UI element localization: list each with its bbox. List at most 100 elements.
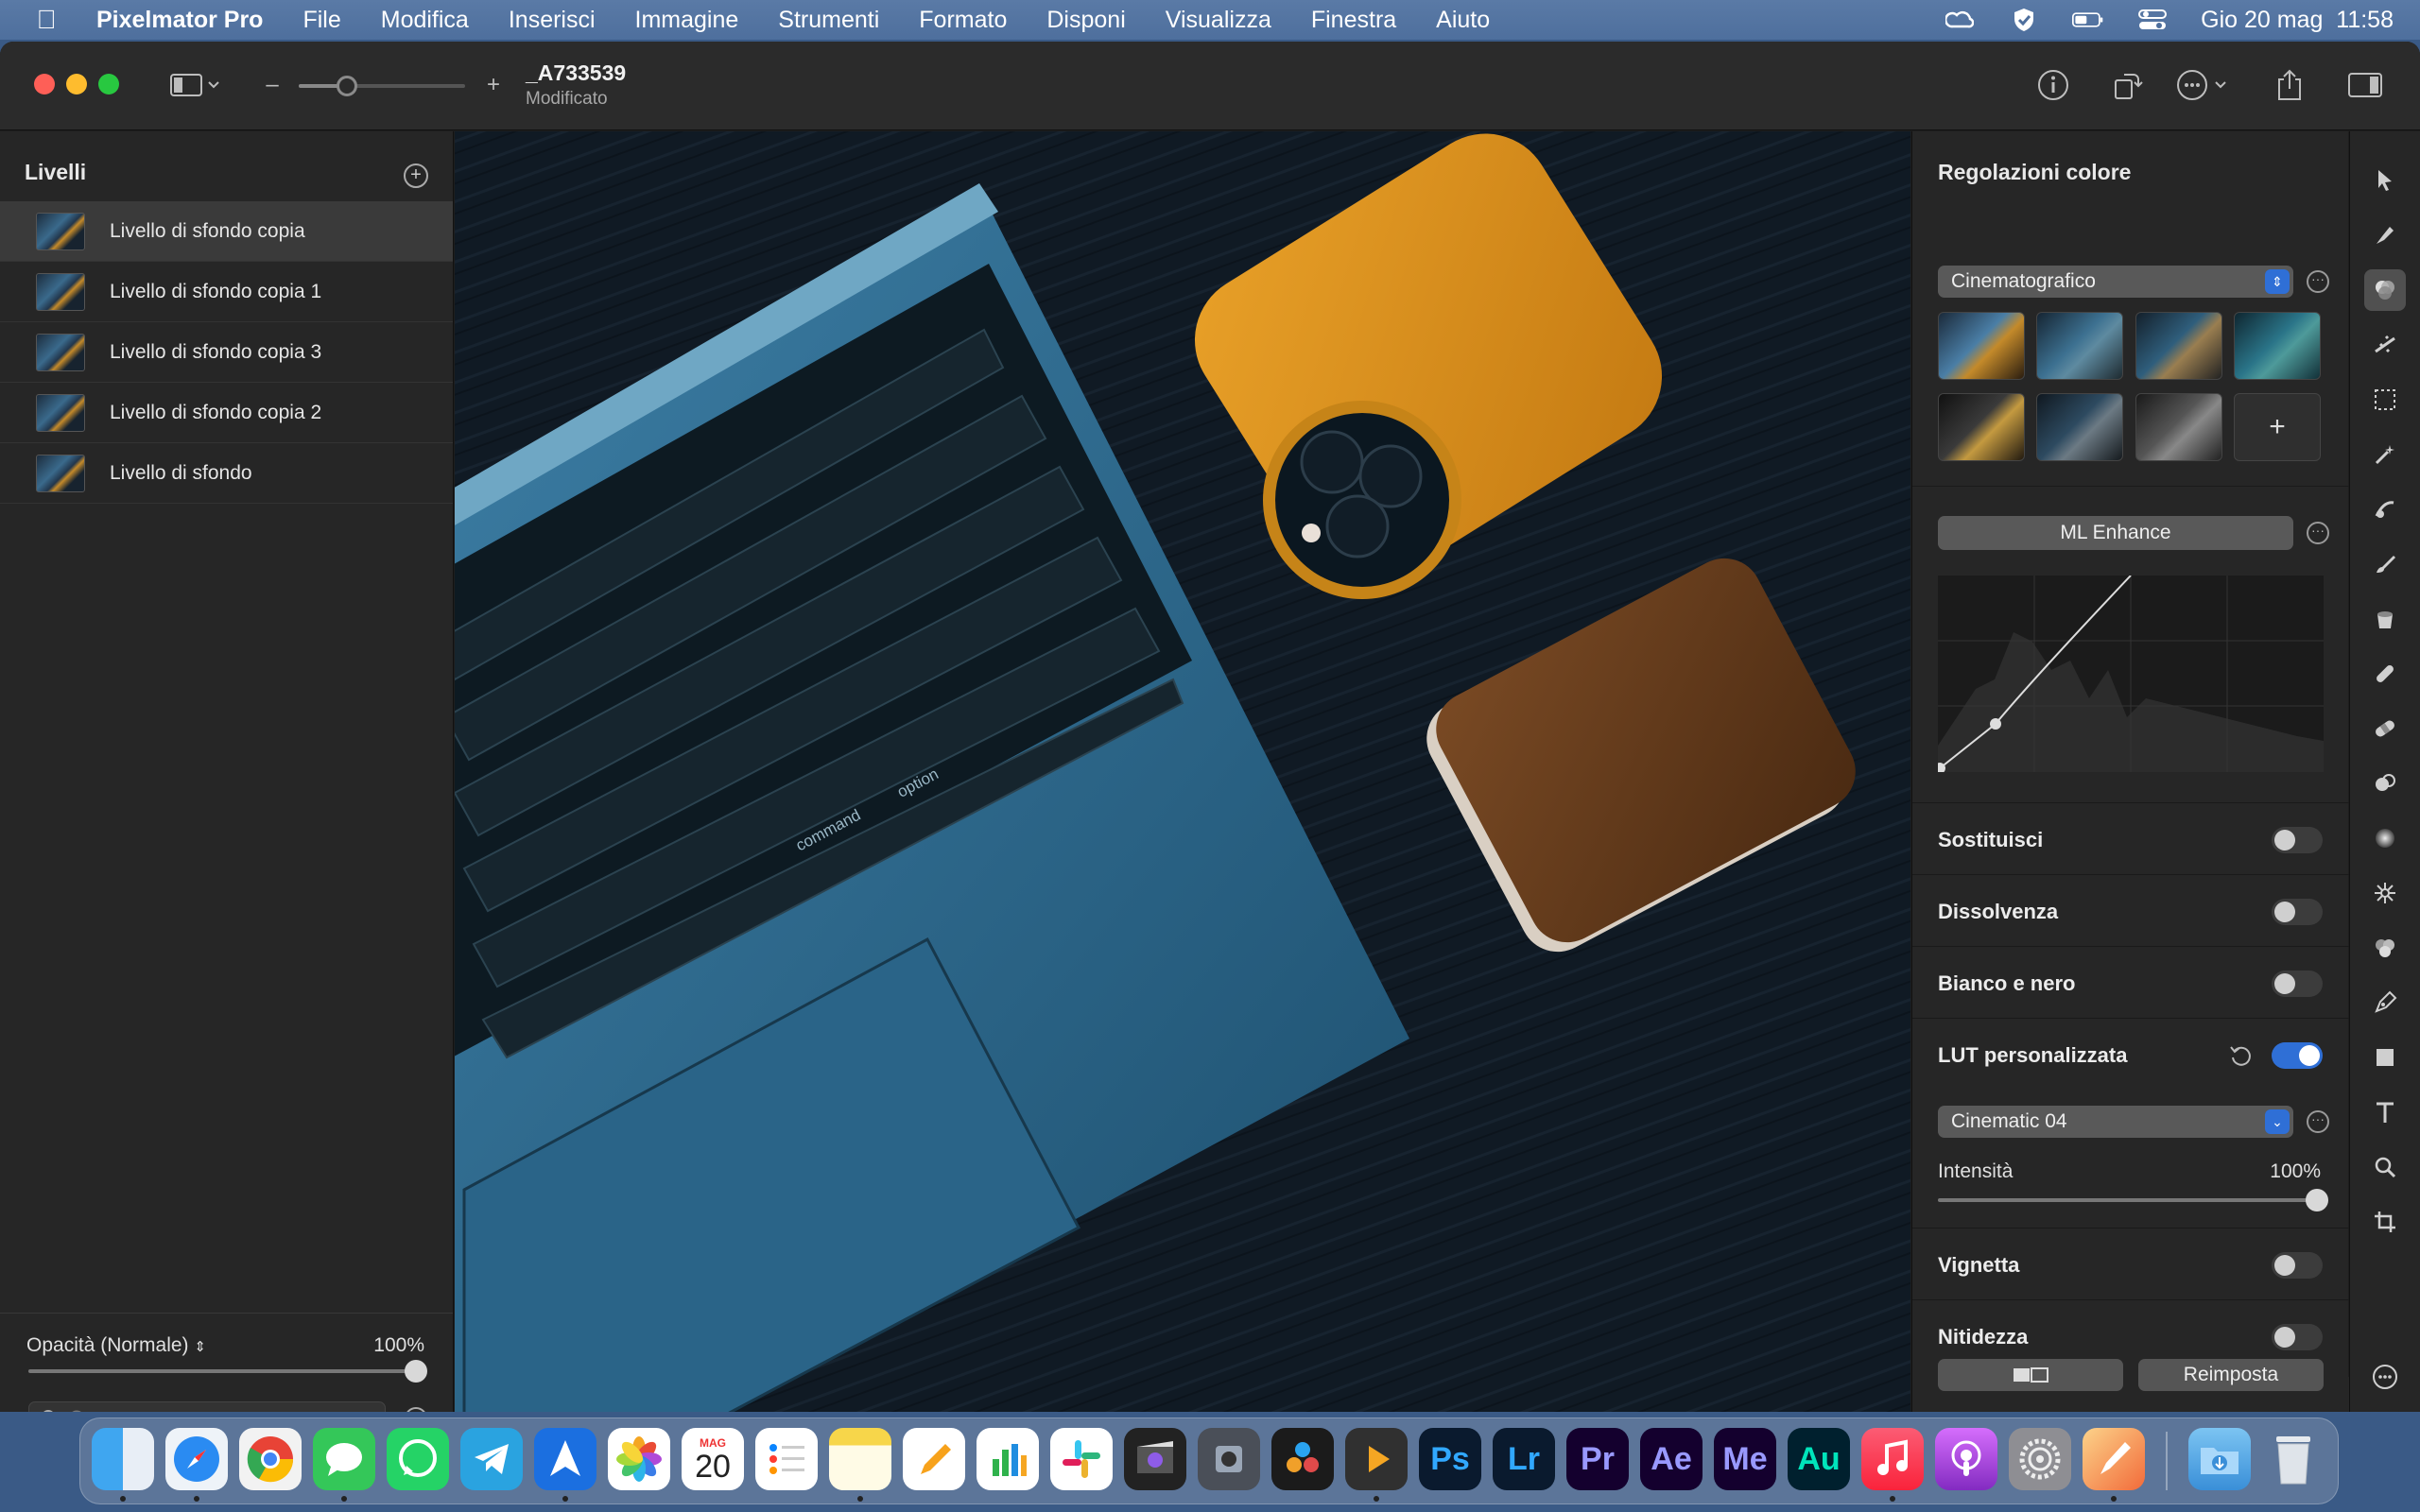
add-layer-icon[interactable]: + xyxy=(404,163,428,188)
paint-brush-tool-icon[interactable] xyxy=(2364,543,2406,585)
menu-file[interactable]: File xyxy=(283,7,360,34)
layer-row[interactable]: Livello di sfondo copia 3 xyxy=(0,322,453,383)
zoom-tool-icon[interactable] xyxy=(2364,1146,2406,1188)
podcasts-icon[interactable] xyxy=(1935,1428,1997,1490)
preset-thumbnail[interactable] xyxy=(2135,312,2222,380)
spark-mail-icon[interactable] xyxy=(534,1428,596,1490)
ml-enhance-button[interactable]: ML Enhance xyxy=(1938,516,2293,550)
whatsapp-icon[interactable] xyxy=(387,1428,449,1490)
lightroom-icon[interactable]: Lr xyxy=(1493,1428,1555,1490)
preset-thumbnail[interactable] xyxy=(2234,312,2321,380)
messages-icon[interactable] xyxy=(313,1428,375,1490)
menu-format[interactable]: Formato xyxy=(899,7,1027,34)
arrange-tool-icon[interactable] xyxy=(2364,160,2406,201)
filter-icon[interactable] xyxy=(405,1407,427,1412)
vignette-toggle[interactable] xyxy=(2272,1252,2323,1279)
battery-icon[interactable] xyxy=(2072,9,2104,31)
search-input[interactable] xyxy=(69,1407,372,1412)
layer-search[interactable] xyxy=(28,1401,386,1412)
intensity-slider[interactable] xyxy=(1938,1198,2316,1202)
trash-icon[interactable] xyxy=(2262,1428,2325,1490)
color-adjust-tool-icon[interactable] xyxy=(2364,269,2406,311)
opacity-slider-knob[interactable] xyxy=(405,1360,427,1383)
calendar-icon[interactable]: MAG 20 xyxy=(682,1428,744,1490)
fill-tool-icon[interactable] xyxy=(2364,598,2406,640)
zoom-slider-knob[interactable] xyxy=(337,76,357,96)
system-preferences-icon[interactable] xyxy=(2009,1428,2071,1490)
more-tools-icon[interactable] xyxy=(2364,1356,2406,1398)
opacity-blend-popup[interactable]: Opacità (Normale) ⇕ xyxy=(26,1334,206,1357)
layer-row[interactable]: Livello di sfondo copia xyxy=(0,201,453,262)
chrome-icon[interactable] xyxy=(239,1428,302,1490)
paint-select-tool-icon[interactable] xyxy=(2364,489,2406,530)
black-white-toggle[interactable] xyxy=(2272,971,2323,997)
control-center-icon[interactable] xyxy=(2136,9,2169,31)
reminders-icon[interactable] xyxy=(755,1428,818,1490)
more-options-icon[interactable] xyxy=(2174,66,2235,104)
zoom-window-button[interactable] xyxy=(98,74,119,94)
davinci-resolve-icon[interactable] xyxy=(1271,1428,1334,1490)
apple-menu-icon[interactable]:  xyxy=(21,5,72,35)
ml-enhance-more-icon[interactable]: ··· xyxy=(2307,522,2329,544)
sidebar-toggle-icon[interactable] xyxy=(166,66,225,104)
add-preset-button[interactable]: + xyxy=(2234,393,2321,461)
effects-tool-icon[interactable] xyxy=(2364,324,2406,366)
downloads-folder-icon[interactable] xyxy=(2188,1428,2251,1490)
menu-image[interactable]: Immagine xyxy=(615,7,759,34)
telegram-icon[interactable] xyxy=(460,1428,523,1490)
preset-thumbnail[interactable] xyxy=(1938,393,2025,461)
preset-thumbnail[interactable] xyxy=(1938,312,2025,380)
menu-view[interactable]: Visualizza xyxy=(1146,7,1291,34)
sharpen-toggle[interactable] xyxy=(2272,1324,2323,1350)
notes-icon[interactable] xyxy=(829,1428,891,1490)
style-tool-icon[interactable] xyxy=(2364,215,2406,256)
photoshop-icon[interactable]: Ps xyxy=(1419,1428,1481,1490)
final-cut-icon[interactable] xyxy=(1124,1428,1186,1490)
lut-more-icon[interactable]: ··· xyxy=(2307,1110,2329,1133)
selection-tool-icon[interactable] xyxy=(2364,379,2406,421)
infuse-icon[interactable] xyxy=(1345,1428,1408,1490)
distort-tool-icon[interactable] xyxy=(2364,872,2406,914)
close-window-button[interactable] xyxy=(34,74,55,94)
inspector-toggle-icon[interactable] xyxy=(2344,66,2386,104)
preset-more-icon[interactable]: ··· xyxy=(2307,270,2329,293)
menu-help[interactable]: Aiuto xyxy=(1416,7,1510,34)
slack-icon[interactable] xyxy=(1050,1428,1113,1490)
preset-thumbnail[interactable] xyxy=(2036,393,2123,461)
zoom-out-button[interactable]: – xyxy=(263,66,282,104)
magic-select-tool-icon[interactable] xyxy=(2364,434,2406,475)
share-icon[interactable] xyxy=(2271,66,2308,104)
text-tool-icon[interactable] xyxy=(2364,1091,2406,1133)
creative-cloud-icon[interactable] xyxy=(1944,9,1976,31)
menu-insert[interactable]: Inserisci xyxy=(489,7,615,34)
opacity-slider[interactable] xyxy=(28,1369,416,1373)
reset-lut-icon[interactable] xyxy=(2228,1042,2255,1074)
replace-color-toggle[interactable] xyxy=(2272,827,2323,853)
curves-graph[interactable] xyxy=(1934,575,2324,774)
reset-button[interactable]: Reimposta xyxy=(2138,1359,2324,1391)
blur-tool-icon[interactable] xyxy=(2364,817,2406,859)
compressor-icon[interactable] xyxy=(1198,1428,1260,1490)
retouch-tool-icon[interactable] xyxy=(2364,653,2406,695)
pages-icon[interactable] xyxy=(903,1428,965,1490)
zoom-slider[interactable] xyxy=(299,76,465,96)
info-icon[interactable] xyxy=(2034,66,2072,104)
rotate-icon[interactable] xyxy=(2108,66,2146,104)
intensity-slider-knob[interactable] xyxy=(2306,1189,2328,1211)
layer-row[interactable]: Livello di sfondo xyxy=(0,443,453,504)
custom-lut-toggle[interactable] xyxy=(2272,1042,2323,1069)
minimize-window-button[interactable] xyxy=(66,74,87,94)
preset-thumbnail[interactable] xyxy=(2135,393,2222,461)
numbers-icon[interactable] xyxy=(977,1428,1039,1490)
menu-tools[interactable]: Strumenti xyxy=(758,7,899,34)
bandage-tool-icon[interactable] xyxy=(2364,708,2406,749)
layer-row[interactable]: Livello di sfondo copia 1 xyxy=(0,262,453,322)
audition-icon[interactable]: Au xyxy=(1788,1428,1850,1490)
clone-tool-icon[interactable] xyxy=(2364,763,2406,804)
finder-icon[interactable] xyxy=(92,1428,154,1490)
pen-tool-icon[interactable] xyxy=(2364,982,2406,1023)
photos-icon[interactable] xyxy=(608,1428,670,1490)
preset-category-popup[interactable]: Cinematografico ⇕ xyxy=(1938,266,2293,298)
music-icon[interactable] xyxy=(1861,1428,1924,1490)
pixelmator-pro-icon[interactable] xyxy=(2083,1428,2145,1490)
